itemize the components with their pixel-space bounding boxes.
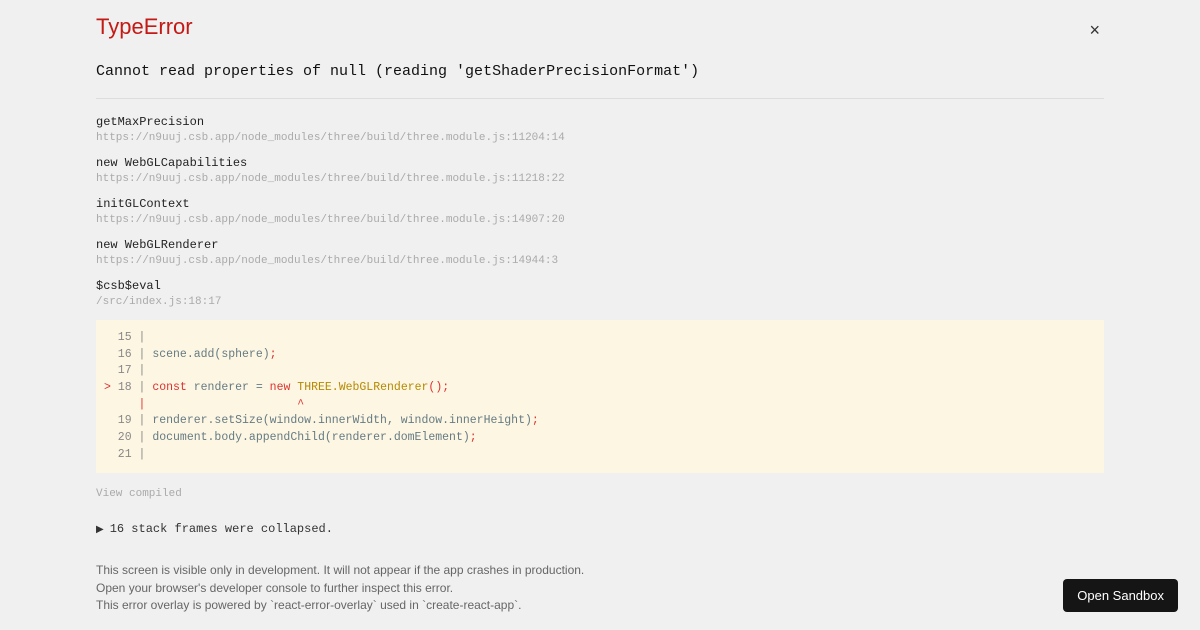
- collapsed-frames-label: 16 stack frames were collapsed.: [110, 522, 333, 536]
- frame-function-name: getMaxPrecision: [96, 115, 1104, 129]
- code-gutter: 20 |: [104, 431, 152, 444]
- code-text: scene.add(sphere): [152, 348, 269, 361]
- code-punct: ;: [470, 431, 477, 444]
- code-gutter: 21 |: [104, 448, 152, 461]
- disclosure-triangle-icon: ▶: [96, 524, 104, 535]
- code-text: document.body.appendChild(renderer.domEl…: [152, 431, 469, 444]
- view-compiled-link[interactable]: View compiled: [96, 488, 182, 500]
- code-keyword: const: [152, 381, 187, 394]
- code-gutter: 16 |: [104, 348, 152, 361]
- code-gutter: 17 |: [104, 364, 152, 377]
- frame-location[interactable]: https://n9uuj.csb.app/node_modules/three…: [96, 132, 1104, 144]
- code-gutter: 15 |: [104, 331, 152, 344]
- code-text: [263, 381, 270, 394]
- frame-function-name: new WebGLCapabilities: [96, 156, 1104, 170]
- code-punct: ;: [532, 414, 539, 427]
- code-error-marker: >: [104, 381, 118, 394]
- error-overlay: TypeError × Cannot read properties of nu…: [0, 0, 1200, 615]
- divider: [96, 98, 1104, 99]
- collapsed-frames-toggle[interactable]: ▶ 16 stack frames were collapsed.: [96, 522, 1104, 536]
- footer-line: Open your browser's developer console to…: [96, 580, 1104, 597]
- code-caret: | ^: [104, 398, 304, 411]
- close-button[interactable]: ×: [1081, 16, 1108, 45]
- stack-frame: $csb$eval /src/index.js:18:17: [96, 279, 1104, 308]
- code-gutter: 19 |: [104, 414, 152, 427]
- frame-location[interactable]: /src/index.js:18:17: [96, 296, 1104, 308]
- code-class: THREE.WebGLRenderer: [297, 381, 428, 394]
- frame-function-name: initGLContext: [96, 197, 1104, 211]
- frame-location[interactable]: https://n9uuj.csb.app/node_modules/three…: [96, 214, 1104, 226]
- footer-note: This screen is visible only in developme…: [96, 562, 1104, 614]
- stack-frame: new WebGLRenderer https://n9uuj.csb.app/…: [96, 238, 1104, 267]
- frame-location[interactable]: https://n9uuj.csb.app/node_modules/three…: [96, 173, 1104, 185]
- footer-line: This screen is visible only in developme…: [96, 562, 1104, 579]
- open-sandbox-button[interactable]: Open Sandbox: [1063, 579, 1178, 612]
- code-punct: ;: [270, 348, 277, 361]
- frame-function-name: $csb$eval: [96, 279, 1104, 293]
- code-gutter: 18 |: [118, 381, 153, 394]
- frame-function-name: new WebGLRenderer: [96, 238, 1104, 252]
- code-text: renderer.setSize(window.innerWidth, wind…: [152, 414, 532, 427]
- stack-frame: getMaxPrecision https://n9uuj.csb.app/no…: [96, 115, 1104, 144]
- code-keyword: new: [270, 381, 291, 394]
- code-punct: ();: [428, 381, 449, 394]
- error-message: Cannot read properties of null (reading …: [96, 63, 1104, 80]
- frame-location[interactable]: https://n9uuj.csb.app/node_modules/three…: [96, 255, 1104, 267]
- code-snippet: 15 | 16 | scene.add(sphere); 17 | > 18 |…: [96, 320, 1104, 473]
- footer-line: This error overlay is powered by `react-…: [96, 597, 1104, 614]
- error-type-heading: TypeError: [96, 14, 193, 40]
- stack-frame: new WebGLCapabilities https://n9uuj.csb.…: [96, 156, 1104, 185]
- code-text: renderer: [187, 381, 256, 394]
- stack-frame: initGLContext https://n9uuj.csb.app/node…: [96, 197, 1104, 226]
- header-row: TypeError ×: [96, 14, 1104, 45]
- code-operator: =: [256, 381, 263, 394]
